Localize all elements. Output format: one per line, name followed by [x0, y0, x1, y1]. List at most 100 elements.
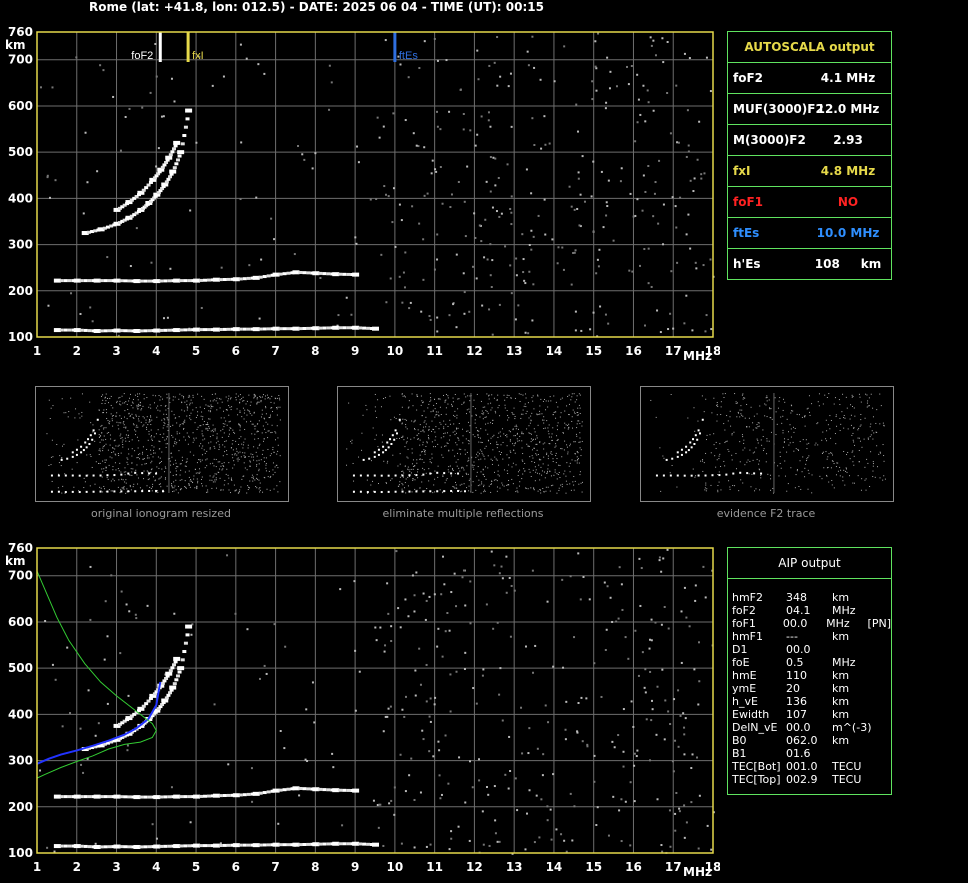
noise-dot: [279, 730, 282, 733]
thumb-noise-dot: [267, 448, 269, 450]
thumb-noise-dot: [711, 412, 713, 414]
thumb-noise-dot: [456, 465, 458, 467]
thumb-noise-dot: [465, 396, 467, 398]
aip-cell: TECU: [832, 760, 862, 773]
thumb-noise-dot: [127, 430, 129, 432]
thumb-noise-dot: [485, 429, 487, 431]
noise-dot: [404, 790, 407, 793]
noise-dot: [662, 203, 665, 206]
thumb-noise-dot: [123, 426, 125, 428]
thumb-noise-dot: [569, 445, 571, 447]
noise-dot: [245, 57, 248, 60]
thumb-noise-dot: [411, 452, 413, 454]
noise-dot: [603, 581, 606, 584]
thumb-noise-dot: [695, 475, 697, 477]
thumb-noise-dot: [160, 460, 162, 462]
trace-point: [322, 842, 327, 846]
thumb-noise-dot: [655, 416, 657, 418]
noise-dot: [493, 785, 496, 788]
thumb-noise-dot: [770, 408, 772, 410]
thumb-noise-dot: [817, 444, 819, 446]
noise-dot: [398, 203, 401, 206]
thumb-noise-dot: [529, 456, 531, 458]
x-tick-label: 15: [585, 344, 602, 358]
noise-dot: [649, 759, 652, 762]
noise-dot: [522, 271, 525, 274]
thumb-noise-dot: [870, 451, 872, 453]
trace-point: [272, 842, 280, 847]
noise-dot: [464, 651, 467, 654]
thumb-noise-dot: [705, 439, 707, 441]
thumb-noise-dot: [730, 425, 732, 427]
trace-point: [183, 844, 188, 848]
thumb-noise-dot: [147, 474, 149, 476]
trace-point: [53, 328, 61, 333]
thumb-noise-dot: [269, 417, 271, 419]
thumb-noise-dot: [361, 432, 363, 434]
thumbnail-no-multiples: [337, 386, 591, 502]
thumb-noise-dot: [484, 447, 486, 449]
trace-point: [322, 272, 327, 276]
thumb-noise-dot: [111, 415, 113, 417]
noise-dot: [551, 238, 554, 241]
thumb-noise-dot: [434, 431, 436, 433]
noise-dot: [630, 64, 633, 67]
thumb-noise-dot: [457, 459, 459, 461]
thumb-noise-dot: [726, 440, 728, 442]
thumb-noise-dot: [208, 442, 210, 444]
thumb-noise-dot: [454, 415, 456, 417]
noise-dot: [682, 712, 685, 715]
thumb-noise-dot: [48, 399, 50, 401]
thumb-noise-dot: [561, 448, 563, 450]
noise-dot: [472, 687, 475, 690]
noise-dot: [450, 837, 453, 840]
thumb-noise-dot: [112, 425, 114, 427]
thumb-noise-dot: [122, 479, 124, 481]
thumb-noise-dot: [826, 430, 828, 432]
thumb-noise-dot: [129, 486, 131, 488]
thumb-noise-dot: [146, 416, 148, 418]
thumb-noise-dot: [438, 428, 440, 430]
trace-point: [79, 844, 84, 848]
thumb-noise-dot: [531, 449, 533, 451]
thumb-noise-dot: [147, 424, 149, 426]
thumb-trace-point: [148, 472, 151, 475]
thumb-noise-dot: [414, 427, 416, 429]
thumb-noise-dot: [377, 446, 379, 448]
thumb-noise-dot: [172, 396, 174, 398]
thumb-noise-dot: [201, 454, 203, 456]
thumb-noise-dot: [509, 440, 511, 442]
thumb-noise-dot: [239, 410, 241, 412]
thumb-noise-dot: [526, 410, 528, 412]
thumb-noise-dot: [581, 481, 583, 483]
noise-dot: [173, 100, 176, 103]
noise-dot: [533, 66, 536, 69]
aip-cell: 348: [786, 591, 807, 604]
thumb-noise-dot: [411, 491, 413, 493]
noise-dot: [494, 819, 497, 822]
noise-dot: [510, 195, 513, 198]
thumb-noise-dot: [102, 445, 104, 447]
noise-dot: [679, 714, 682, 717]
noise-dot: [510, 211, 513, 214]
thumb-noise-dot: [420, 395, 422, 397]
thumb-noise-dot: [472, 406, 474, 408]
thumb-noise-dot: [259, 482, 261, 484]
thumb-noise-dot: [541, 474, 543, 476]
noise-dot: [462, 128, 465, 131]
thumb-noise-dot: [562, 432, 564, 434]
thumb-noise-dot: [152, 476, 154, 478]
thumb-noise-dot: [234, 489, 236, 491]
thumb-noise-dot: [220, 465, 222, 467]
thumb-noise-dot: [445, 407, 447, 409]
thumb-noise-dot: [506, 409, 508, 411]
thumb-noise-dot: [428, 438, 430, 440]
noise-dot: [480, 240, 483, 243]
noise-dot: [622, 750, 625, 753]
x-tick-label: 17: [665, 860, 682, 874]
thumb-noise-dot: [540, 398, 542, 400]
aip-line: B0 062.0 km: [732, 734, 891, 747]
thumb-noise-dot: [491, 480, 493, 482]
thumb-noise-dot: [157, 405, 159, 407]
thumb-noise-dot: [499, 453, 501, 455]
